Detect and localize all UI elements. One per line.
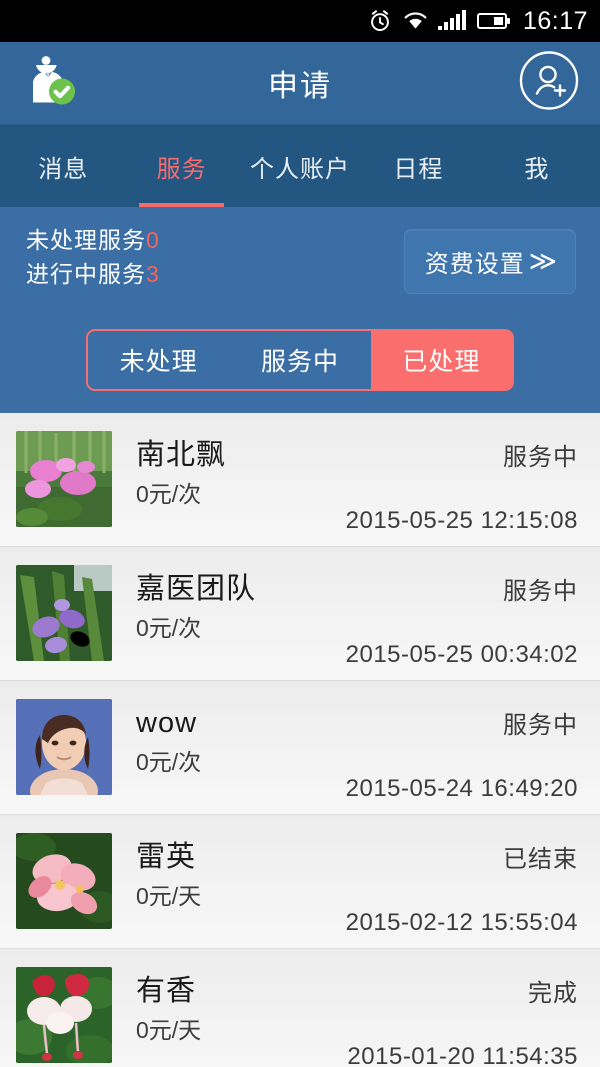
tab-me[interactable]: 我: [478, 125, 596, 207]
table-row[interactable]: 雷英 0元/天 已结束 2015-02-12 15:55:04: [0, 815, 600, 949]
fee-settings-label: 资费设置: [424, 251, 525, 278]
table-row[interactable]: 嘉医团队 0元/次 服务中 2015-05-25 00:34:02: [0, 547, 600, 681]
woman-portrait-photo: [16, 699, 112, 795]
tab-label: 个人账户: [250, 155, 351, 183]
signal-icon: [437, 10, 468, 32]
service-name: 雷英: [136, 841, 197, 873]
segment-unprocessed[interactable]: 未处理: [88, 331, 229, 389]
fee-settings-button[interactable]: 资费设置 ≫: [403, 229, 576, 294]
service-price: 0元/次: [136, 615, 202, 641]
service-price: 0元/天: [136, 883, 202, 909]
status-bar-clock: 16:17: [522, 6, 588, 35]
service-date: 2015-05-25 00:34:02: [345, 641, 578, 668]
row-meta: 服务中 2015-05-25 12:15:08: [338, 431, 578, 535]
segment-label: 服务中: [260, 348, 339, 376]
status-filter: 未处理 服务中 已处理: [86, 329, 514, 391]
purple-orchid-photo: [16, 565, 112, 661]
doctor-verified-icon[interactable]: [20, 51, 84, 116]
segment-label: 未处理: [119, 348, 198, 376]
status-badge: 已结束: [503, 846, 578, 873]
status-badge: 服务中: [503, 578, 578, 605]
service-date: 2015-05-25 12:15:08: [345, 507, 578, 534]
service-price: 0元/次: [136, 749, 202, 775]
row-main: wow 0元/次: [112, 699, 338, 779]
table-row[interactable]: 南北飘 0元/次 服务中 2015-05-25 12:15:08: [0, 413, 600, 547]
service-name: wow: [136, 707, 198, 739]
app-header: 申请: [0, 42, 600, 125]
wifi-icon: [402, 10, 429, 32]
table-row[interactable]: wow 0元/次 服务中 2015-05-24 16:49:20: [0, 681, 600, 815]
pending-services-label: 未处理服务: [26, 227, 146, 253]
service-price: 0元/天: [136, 1017, 202, 1043]
row-main: 有香 0元/天: [112, 967, 338, 1047]
row-meta: 完成 2015-01-20 11:54:35: [338, 967, 578, 1067]
tab-messages[interactable]: 消息: [4, 125, 122, 207]
segment-label: 已处理: [402, 348, 481, 376]
service-summary: 未处理服务0 进行中服务3 资费设置 ≫: [0, 207, 600, 317]
segment-processed[interactable]: 已处理: [370, 331, 512, 389]
service-date: 2015-05-24 16:49:20: [345, 775, 578, 802]
segment-in-service[interactable]: 服务中: [229, 331, 370, 389]
add-user-icon[interactable]: [518, 50, 580, 117]
service-name: 嘉医团队: [136, 573, 257, 605]
tab-label: 日程: [393, 155, 444, 183]
page-title: 申请: [268, 70, 332, 103]
ongoing-services-label: 进行中服务: [26, 261, 146, 287]
pink-plumeria-photo: [16, 833, 112, 929]
row-main: 雷英 0元/天: [112, 833, 338, 913]
app-screen: 16:17 申请 消息 服务 个人账户 日程 我 未处理服务0 进行中服务3 资…: [0, 0, 600, 1067]
status-badge: 服务中: [503, 444, 578, 471]
pending-services-count: 0: [146, 227, 160, 253]
status-bar: 16:17: [0, 0, 600, 42]
row-meta: 服务中 2015-05-24 16:49:20: [338, 699, 578, 803]
ongoing-services-count: 3: [146, 261, 160, 287]
service-date: 2015-01-20 11:54:35: [347, 1043, 578, 1067]
main-tab-bar: 消息 服务 个人账户 日程 我: [0, 125, 600, 207]
row-main: 嘉医团队 0元/次: [112, 565, 338, 645]
pink-flowers-photo: [16, 431, 112, 527]
row-main: 南北飘 0元/次: [112, 431, 338, 511]
table-row[interactable]: 有香 0元/天 完成 2015-01-20 11:54:35: [0, 949, 600, 1067]
tab-label: 我: [524, 155, 550, 183]
row-meta: 服务中 2015-05-25 00:34:02: [338, 565, 578, 669]
service-name: 南北飘: [136, 439, 227, 471]
status-badge: 服务中: [503, 712, 578, 739]
service-price: 0元/次: [136, 481, 202, 507]
battery-icon: [476, 11, 511, 31]
tab-schedule[interactable]: 日程: [359, 125, 477, 207]
tab-label: 消息: [38, 155, 89, 183]
tab-label: 服务: [156, 155, 207, 183]
tab-personal-account[interactable]: 个人账户: [241, 125, 359, 207]
status-badge: 完成: [528, 980, 578, 1007]
service-list: 南北飘 0元/次 服务中 2015-05-25 12:15:08 嘉医团队 0元…: [0, 413, 600, 1067]
double-chevron-right-icon: ≫: [528, 246, 557, 276]
service-name: 有香: [136, 975, 197, 1007]
service-date: 2015-02-12 15:55:04: [345, 909, 578, 936]
tab-services[interactable]: 服务: [122, 125, 240, 207]
red-white-fuchsia-photo: [16, 967, 112, 1063]
row-meta: 已结束 2015-02-12 15:55:04: [338, 833, 578, 937]
alarm-clock-icon: [367, 8, 393, 34]
status-filter-wrap: 未处理 服务中 已处理: [0, 317, 600, 413]
